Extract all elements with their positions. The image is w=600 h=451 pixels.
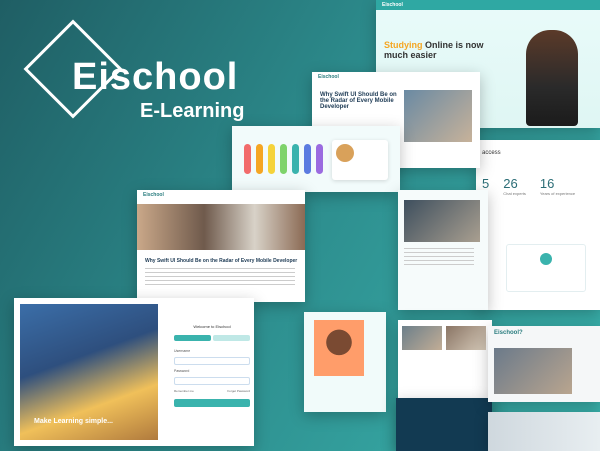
lesson-text	[404, 248, 474, 268]
forgot-password-link[interactable]: Forget Password	[227, 389, 250, 393]
classroom-mockup	[488, 412, 600, 451]
lessons-mockup	[398, 190, 488, 310]
username-label: Username	[174, 349, 191, 353]
remember-me-checkbox[interactable]: Remember me	[174, 389, 194, 393]
course-thumb	[336, 144, 354, 162]
login-tab[interactable]	[174, 335, 211, 341]
stat-number: 26	[503, 176, 518, 191]
login-form: Welcome to Eischool Username Password Re…	[174, 324, 250, 407]
blog-navbar: Eischool	[137, 190, 305, 200]
pill-bar	[244, 144, 251, 174]
hero-headline: Studying Online is now much easier	[384, 40, 494, 60]
hero-headline-highlight: Studying	[384, 40, 423, 50]
stat-label: Years of experience	[539, 191, 576, 196]
laptop-photo	[404, 90, 472, 142]
login-welcome: Welcome to Eischool	[193, 324, 231, 329]
username-input[interactable]	[174, 357, 250, 365]
register-tab[interactable]	[213, 335, 250, 341]
lesson-photo	[404, 200, 480, 242]
password-label: Password	[174, 369, 190, 373]
brand-subtitle: E-Learning	[140, 100, 245, 122]
login-button[interactable]	[174, 399, 250, 407]
stats-heading: access	[482, 150, 501, 156]
brand-title: Eischool	[72, 56, 239, 98]
stat-number: 16	[539, 176, 555, 191]
hero-navbar: Eischool	[376, 0, 600, 10]
teacher-mockup	[304, 312, 386, 412]
teacher-photo	[314, 320, 364, 376]
why-mockup: Eischool?	[488, 326, 600, 402]
footer-mockup	[396, 398, 492, 451]
stats-mockup: access 5 26 Chat experts 16 Years of exp…	[476, 140, 600, 310]
course-pills-mockup	[232, 126, 400, 192]
stat-number: 5	[482, 176, 490, 191]
blog-logo: Eischool	[143, 192, 164, 198]
blog-mockup: Eischool Why Swift UI Should Be on the R…	[137, 190, 305, 302]
blog-title: Why Swift UI Should Be on the Radar of E…	[145, 258, 298, 264]
pill-bar	[304, 144, 311, 174]
why-heading: Eischool?	[494, 330, 523, 336]
pill-bar	[256, 144, 263, 174]
blog-body-text	[145, 268, 295, 288]
pill-bar	[292, 144, 299, 174]
pill-bar	[316, 144, 323, 174]
students-photo	[494, 348, 572, 394]
support-icon	[540, 253, 552, 265]
stat-item: 16 Years of experience	[540, 176, 575, 196]
student-photo	[526, 30, 578, 126]
login-mockup: Make Learning simple... Welcome to Eisch…	[14, 298, 254, 446]
pill-bar	[268, 144, 275, 174]
login-tagline: Make Learning simple...	[34, 418, 113, 425]
course-thumb	[446, 326, 486, 350]
pill-bar	[280, 144, 287, 174]
stat-item: 26 Chat experts	[503, 176, 526, 196]
classroom-banner	[137, 204, 305, 250]
article-title: Why Swift UI Should Be on the Radar of E…	[320, 92, 397, 110]
course-thumb	[402, 326, 442, 350]
feature-card	[506, 244, 586, 292]
article-navbar: Eischool	[312, 72, 480, 82]
stat-label: Chat experts	[503, 191, 526, 196]
course-card	[332, 140, 388, 180]
password-input[interactable]	[174, 377, 250, 385]
hero-logo: Eischool	[382, 2, 403, 8]
article-logo: Eischool	[318, 74, 339, 80]
